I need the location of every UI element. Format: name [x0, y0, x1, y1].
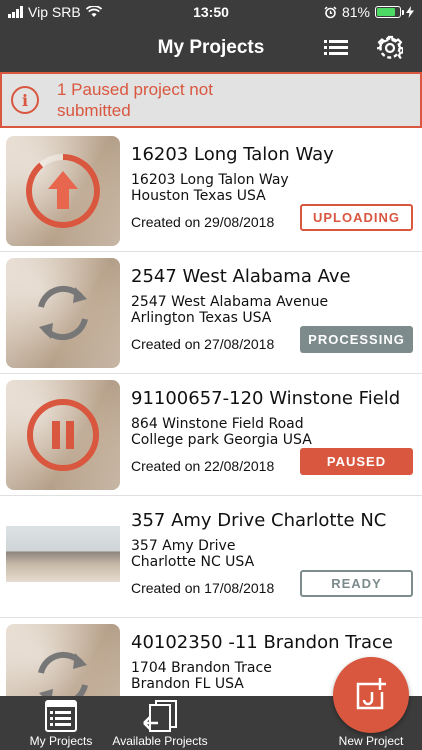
- project-list[interactable]: 16203 Long Talon Way 16203 Long Talon Wa…: [0, 130, 422, 696]
- new-project-button[interactable]: [333, 657, 409, 733]
- upload-progress-icon: [26, 154, 100, 228]
- project-row[interactable]: 91100657-120 Winstone Field 864 Winstone…: [0, 374, 422, 496]
- charging-icon: [406, 6, 414, 18]
- address-line-1: 1704 Brandon Trace: [131, 660, 272, 676]
- tab-available-projects[interactable]: Available Projects: [112, 696, 208, 750]
- address-line-2: Arlington Texas USA: [131, 310, 272, 326]
- available-projects-icon: [143, 700, 177, 732]
- list-view-button[interactable]: [322, 34, 350, 62]
- battery-percent: 81%: [341, 4, 370, 20]
- project-name: 91100657-120 Winstone Field: [131, 388, 401, 409]
- tab-my-projects[interactable]: My Projects: [20, 696, 102, 750]
- banner-message: 1 Paused project not submitted: [57, 80, 213, 120]
- tab-label: Available Projects: [112, 734, 208, 748]
- paused-project-banner[interactable]: i 1 Paused project not submitted: [0, 72, 422, 128]
- settings-button[interactable]: [376, 34, 404, 62]
- page-title: My Projects: [157, 37, 265, 58]
- created-date: Created on 22/08/2018: [131, 458, 275, 474]
- address-line-2: College park Georgia USA: [131, 432, 312, 448]
- wifi-icon: [85, 6, 102, 17]
- created-date: Created on 29/08/2018: [131, 214, 275, 230]
- add-project-icon: [356, 678, 386, 710]
- project-address: 1704 Brandon Trace Brandon FL USA: [131, 660, 272, 692]
- address-line-1: 864 Winstone Field Road: [131, 416, 304, 432]
- project-name: 357 Amy Drive Charlotte NC: [131, 510, 387, 531]
- status-badge: PAUSED: [300, 448, 413, 475]
- project-thumbnail: [6, 258, 120, 368]
- address-line-1: 357 Amy Drive: [131, 538, 236, 554]
- project-name: 16203 Long Talon Way: [131, 144, 334, 165]
- status-badge: READY: [300, 570, 413, 597]
- address-line-1: 16203 Long Talon Way: [131, 172, 289, 188]
- project-address: 357 Amy Drive Charlotte NC USA: [131, 538, 254, 570]
- battery-icon: [375, 6, 404, 18]
- my-projects-icon: [45, 700, 77, 732]
- carrier-label: Vip SRB: [28, 4, 81, 20]
- pause-icon: [27, 399, 99, 471]
- alarm-icon: [324, 5, 337, 18]
- project-thumbnail: [6, 624, 120, 696]
- tab-label: My Projects: [29, 734, 93, 748]
- status-badge: PROCESSING: [300, 326, 413, 353]
- project-row[interactable]: 357 Amy Drive Charlotte NC 357 Amy Drive…: [0, 496, 422, 618]
- project-address: 2547 West Alabama Avenue Arlington Texas…: [131, 294, 328, 326]
- gear-icon: [377, 35, 403, 60]
- project-name: 2547 West Alabama Ave: [131, 266, 351, 287]
- list-icon: [324, 40, 348, 55]
- sync-icon: [38, 285, 88, 341]
- project-name: 40102350 -11 Brandon Trace: [131, 632, 393, 653]
- status-badge: UPLOADING: [300, 204, 413, 231]
- address-line-2: Houston Texas USA: [131, 188, 266, 204]
- status-bar: Vip SRB 13:50 81%: [0, 0, 422, 24]
- sync-icon: [38, 651, 88, 696]
- project-address: 864 Winstone Field Road College park Geo…: [131, 416, 312, 448]
- address-line-1: 2547 West Alabama Avenue: [131, 294, 329, 310]
- project-row[interactable]: 2547 West Alabama Ave 2547 West Alabama …: [0, 252, 422, 374]
- created-date: Created on 17/08/2018: [131, 580, 275, 596]
- address-line-2: Charlotte NC USA: [131, 554, 255, 570]
- project-thumbnail: [6, 136, 120, 246]
- project-row[interactable]: 16203 Long Talon Way 16203 Long Talon Wa…: [0, 130, 422, 252]
- created-date: Created on 27/08/2018: [131, 336, 275, 352]
- info-icon: i: [11, 86, 39, 114]
- tab-label: New Project: [338, 734, 404, 748]
- project-thumbnail: [6, 380, 120, 490]
- project-thumbnail: [6, 526, 120, 582]
- nav-bar: My Projects: [0, 24, 422, 72]
- address-line-2: Brandon FL USA: [131, 676, 244, 692]
- project-address: 16203 Long Talon Way Houston Texas USA: [131, 172, 289, 204]
- signal-icon: [8, 6, 23, 18]
